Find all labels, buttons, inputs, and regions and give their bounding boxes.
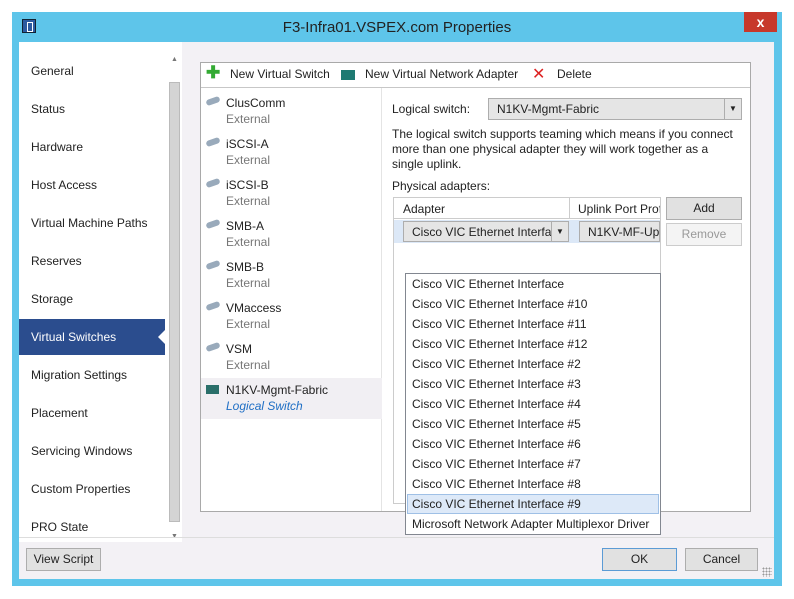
delete-button[interactable]: Delete — [557, 67, 592, 81]
adapter-dropdown-list: Cisco VIC Ethernet Interface Cisco VIC Et… — [405, 273, 661, 535]
column-header-uplink[interactable]: Uplink Port Prof — [578, 202, 660, 216]
logical-switch-select[interactable]: N1KV-Mgmt-Fabric ▼ — [488, 98, 742, 120]
remove-button[interactable]: Remove — [666, 223, 742, 246]
delete-icon: ✕ — [532, 66, 546, 83]
scroll-thumb[interactable] — [169, 82, 180, 522]
switch-name: VMaccess — [226, 301, 282, 315]
nav-item[interactable]: PRO State — [19, 509, 165, 545]
switch-list-item[interactable]: VSM External — [201, 337, 382, 378]
nav-item[interactable]: Servicing Windows — [19, 433, 165, 469]
switch-list-item[interactable]: iSCSI-B External — [201, 173, 382, 214]
nav-item[interactable]: Virtual Machine Paths — [19, 205, 165, 241]
dropdown-option[interactable]: Cisco VIC Ethernet Interface #7 — [407, 454, 659, 474]
uplink-value: N1KV-MF-Upl — [588, 225, 660, 239]
dropdown-option[interactable]: Cisco VIC Ethernet Interface #5 — [407, 414, 659, 434]
footer-divider — [19, 537, 774, 538]
dialog-body: General Status Hardware Host Access Virtual … — [19, 42, 774, 579]
virtual-switch-icon — [205, 218, 221, 230]
dropdown-option[interactable]: Cisco VIC Ethernet Interface #2 — [407, 354, 659, 374]
nav-item[interactable]: Reserves — [19, 243, 165, 279]
adapter-select[interactable]: Cisco VIC Ethernet Interfa ▼ — [403, 221, 569, 242]
nav-item[interactable]: Storage — [19, 281, 165, 317]
scroll-up-icon[interactable]: ▲ — [171, 56, 178, 63]
nav-item[interactable]: General — [19, 53, 165, 89]
uplink-select[interactable]: N1KV-MF-Upl — [579, 221, 660, 242]
virtual-switch-icon — [205, 259, 221, 271]
view-script-button[interactable]: View Script — [26, 548, 101, 571]
nav-sidebar: General Status Hardware Host Access Virtual … — [19, 42, 182, 542]
virtual-switches-panel: ✚ New Virtual Switch New Virtual Network… — [200, 62, 751, 535]
window-title: F3-Infra01.VSPEX.com Properties — [282, 19, 512, 36]
dropdown-option[interactable]: Cisco VIC Ethernet Interface #8 — [407, 474, 659, 494]
switch-list-item[interactable]: VMaccess External — [201, 296, 382, 337]
switch-name: N1KV-Mgmt-Fabric — [226, 383, 329, 397]
logical-switch-icon — [206, 385, 219, 394]
switch-type: External — [226, 235, 271, 249]
close-button[interactable]: x — [744, 12, 777, 32]
dropdown-option[interactable]: Cisco VIC Ethernet Interface #3 — [407, 374, 659, 394]
switch-list-item[interactable]: SMB-A External — [201, 214, 382, 255]
nav-item[interactable]: Placement — [19, 395, 165, 431]
virtual-switch-icon — [205, 177, 221, 189]
plus-icon: ✚ — [206, 63, 221, 82]
switch-type: Logical Switch — [226, 399, 303, 413]
chevron-down-icon: ▼ — [724, 99, 741, 119]
switch-type: External — [226, 276, 271, 290]
nav-item[interactable]: Migration Settings — [19, 357, 165, 393]
properties-window: F3-Infra01.VSPEX.com Properties x Genera… — [12, 12, 782, 586]
switch-name: ClusComm — [226, 96, 286, 110]
switch-type: External — [226, 317, 271, 331]
nav-item[interactable]: Custom Properties — [19, 471, 165, 507]
nav-item[interactable]: Status — [19, 91, 165, 127]
virtual-switch-icon — [205, 136, 221, 148]
dropdown-option[interactable]: Cisco VIC Ethernet Interface — [407, 274, 659, 294]
switch-name: SMB-B — [226, 260, 265, 274]
nav-item[interactable]: Virtual Switches — [19, 319, 165, 355]
add-button[interactable]: Add — [666, 197, 742, 220]
virtual-switch-icon — [205, 95, 221, 107]
switch-type: External — [226, 112, 271, 126]
logical-switch-value: N1KV-Mgmt-Fabric — [497, 102, 600, 116]
switch-type: External — [226, 153, 271, 167]
virtual-switch-icon — [205, 300, 221, 312]
column-header-adapter[interactable]: Adapter — [403, 202, 445, 216]
virtual-switch-icon — [205, 341, 221, 353]
new-virtual-switch-button[interactable]: New Virtual Switch — [230, 67, 330, 81]
dropdown-option[interactable]: Cisco VIC Ethernet Interface #10 — [407, 294, 659, 314]
dropdown-option[interactable]: Cisco VIC Ethernet Interface #9 — [407, 494, 659, 514]
dropdown-option[interactable]: Cisco VIC Ethernet Interface #11 — [407, 314, 659, 334]
ok-button[interactable]: OK — [602, 548, 677, 571]
switch-list-item[interactable]: ClusComm External — [201, 91, 382, 132]
switch-list-item[interactable]: N1KV-Mgmt-Fabric Logical Switch — [201, 378, 382, 419]
cancel-button[interactable]: Cancel — [685, 548, 758, 571]
switch-type: External — [226, 358, 271, 372]
dropdown-option[interactable]: Microsoft Network Adapter Multiplexor Dr… — [407, 514, 659, 534]
physical-adapters-label: Physical adapters: — [392, 179, 491, 193]
adapter-value: Cisco VIC Ethernet Interfa — [412, 225, 552, 239]
switch-list: ClusComm External iSCSI-A External iSCSI-B Ex… — [201, 88, 382, 511]
switch-list-item[interactable]: SMB-B External — [201, 255, 382, 296]
teaming-description: The logical switch supports teaming whic… — [392, 127, 733, 171]
dropdown-option[interactable]: Cisco VIC Ethernet Interface #12 — [407, 334, 659, 354]
toolbar: ✚ New Virtual Switch New Virtual Network… — [201, 63, 750, 88]
nav-scrollbar[interactable]: ▲ ▼ — [167, 54, 182, 542]
title-bar: F3-Infra01.VSPEX.com Properties x — [12, 12, 782, 42]
chevron-down-icon: ▼ — [551, 222, 568, 241]
switch-name: iSCSI-B — [226, 178, 269, 192]
network-adapter-icon — [341, 70, 355, 80]
adapter-row[interactable]: Cisco VIC Ethernet Interfa ▼ N1KV-MF-Upl — [394, 220, 660, 243]
dropdown-option[interactable]: Cisco VIC Ethernet Interface #4 — [407, 394, 659, 414]
new-virtual-network-adapter-button[interactable]: New Virtual Network Adapter — [365, 67, 518, 81]
switch-type: External — [226, 194, 271, 208]
nav-item[interactable]: Hardware — [19, 129, 165, 165]
switch-list-item[interactable]: iSCSI-A External — [201, 132, 382, 173]
resize-grip[interactable] — [762, 567, 772, 577]
nav-item[interactable]: Host Access — [19, 167, 165, 203]
switch-name: SMB-A — [226, 219, 265, 233]
switch-name: iSCSI-A — [226, 137, 269, 151]
logical-switch-label: Logical switch: — [392, 102, 471, 116]
dropdown-option[interactable]: Cisco VIC Ethernet Interface #6 — [407, 434, 659, 454]
switch-name: VSM — [226, 342, 253, 356]
